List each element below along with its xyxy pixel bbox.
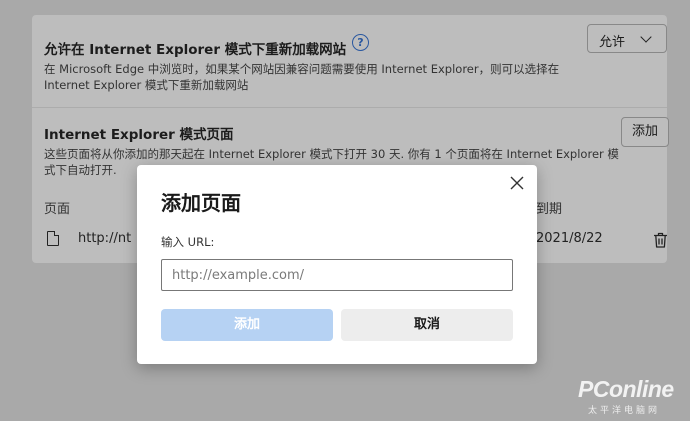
ie-pages-title: Internet Explorer 模式页面 bbox=[44, 127, 234, 143]
select-value: 允许 bbox=[599, 35, 626, 50]
dialog-title: 添加页面 bbox=[161, 191, 241, 215]
dialog-add-button[interactable]: 添加 bbox=[161, 309, 333, 341]
chevron-down-icon bbox=[640, 31, 652, 43]
url-label: 输入 URL: bbox=[161, 235, 215, 249]
watermark-logo: PConline bbox=[578, 376, 674, 402]
watermark-subtitle: 太平洋电脑网 bbox=[588, 406, 661, 416]
dialog-cancel-button[interactable]: 取消 bbox=[341, 309, 513, 341]
trash-icon[interactable] bbox=[653, 232, 668, 248]
page-expiry-date: 2021/8/22 bbox=[536, 231, 603, 246]
add-page-button[interactable]: 添加 bbox=[621, 117, 669, 147]
settings-page: 允许在 Internet Explorer 模式下重新加载网站 ? 在 Micr… bbox=[0, 0, 690, 421]
help-icon[interactable]: ? bbox=[352, 34, 369, 51]
column-header-expiry: 到期 bbox=[536, 202, 563, 217]
url-input[interactable] bbox=[161, 259, 513, 291]
page-url: http://nt bbox=[78, 231, 132, 246]
close-icon[interactable] bbox=[510, 176, 524, 190]
reload-permission-select[interactable]: 允许 bbox=[587, 24, 667, 53]
file-icon bbox=[47, 231, 59, 246]
row-divider bbox=[32, 107, 667, 108]
reload-setting-description: 在 Microsoft Edge 中浏览时，如果某个网站因兼容问题需要使用 In… bbox=[44, 62, 560, 92]
add-page-dialog: 添加页面 输入 URL: 添加 取消 bbox=[137, 165, 537, 364]
reload-setting-title: 允许在 Internet Explorer 模式下重新加载网站 bbox=[44, 42, 347, 58]
column-header-page: 页面 bbox=[44, 202, 71, 217]
